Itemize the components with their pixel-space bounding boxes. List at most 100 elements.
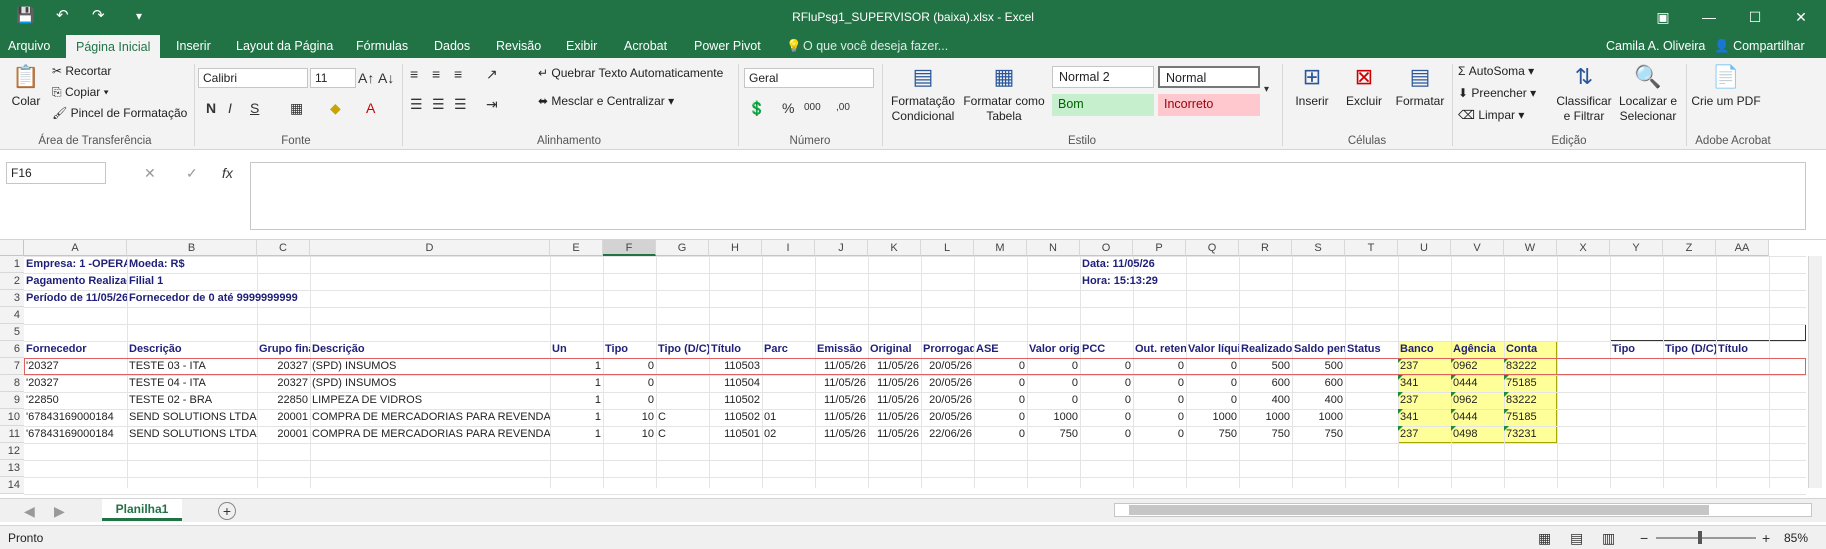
cut-button[interactable]: ✂ Recortar <box>52 64 111 78</box>
table-cell[interactable]: 110504 <box>709 375 762 392</box>
table-cell[interactable]: 11/05/26 <box>868 392 921 409</box>
row-header[interactable]: 4 <box>0 307 24 324</box>
font-name-combo[interactable]: Calibri <box>198 68 308 88</box>
table-cell[interactable]: 1 <box>550 375 603 392</box>
tab-exibir[interactable]: Exibir <box>566 34 597 58</box>
row-header[interactable]: 12 <box>0 443 24 460</box>
tab-arquivo[interactable]: Arquivo <box>8 34 50 58</box>
currency-icon[interactable]: 💲 <box>748 100 765 116</box>
table-cell[interactable]: C <box>656 426 709 443</box>
table-cell[interactable]: 20001 <box>257 426 310 443</box>
styles-more-icon[interactable]: ▾ <box>1264 82 1269 98</box>
scroll-right-icon[interactable]: ▶ <box>54 503 65 519</box>
copy-button[interactable]: ⎘ Copiar ▾ <box>52 85 109 100</box>
paste-button[interactable]: 📋 Colar <box>6 62 46 109</box>
grow-font-icon[interactable]: A↑ <box>358 70 374 86</box>
close-button[interactable]: ✕ <box>1778 0 1824 34</box>
table-cell[interactable]: 110502 <box>709 409 762 426</box>
row-header[interactable]: 9 <box>0 392 24 409</box>
table-cell[interactable]: 0962 <box>1451 392 1504 409</box>
column-header[interactable]: W <box>1504 240 1557 256</box>
table-cell[interactable]: SEND SOLUTIONS LTDA <box>127 426 257 443</box>
clear-button[interactable]: ⌫ Limpar ▾ <box>1458 108 1524 122</box>
column-header[interactable]: T <box>1345 240 1398 256</box>
table-cell[interactable]: 0 <box>1027 392 1080 409</box>
table-cell[interactable]: 110502 <box>709 392 762 409</box>
table-cell[interactable]: 0 <box>1080 375 1133 392</box>
format-table-button[interactable]: ▦ Formatar como Tabela <box>962 62 1046 124</box>
table-cell[interactable] <box>656 392 709 409</box>
column-header[interactable]: V <box>1451 240 1504 256</box>
page-layout-icon[interactable]: ▤ <box>1570 530 1583 546</box>
merge-center-button[interactable]: ⬌ Mesclar e Centralizar ▾ <box>538 94 674 108</box>
table-cell[interactable] <box>1345 426 1398 443</box>
indent-icon[interactable]: ⇥ <box>486 96 498 112</box>
table-cell[interactable]: 237 <box>1398 392 1451 409</box>
table-cell[interactable]: 10 <box>603 409 656 426</box>
fill-color-icon[interactable]: ◆ <box>330 100 341 116</box>
table-cell[interactable]: 0 <box>1133 375 1186 392</box>
table-cell[interactable]: 750 <box>1186 426 1239 443</box>
page-break-icon[interactable]: ▥ <box>1602 530 1615 546</box>
row-header[interactable]: 13 <box>0 460 24 477</box>
decimal-icon[interactable]: ,00 <box>836 100 850 116</box>
name-box[interactable]: F16 <box>6 162 106 184</box>
table-cell[interactable]: COMPRA DE MERCADORIAS PARA REVENDA <box>310 426 550 443</box>
column-header[interactable]: AA <box>1716 240 1769 256</box>
column-header[interactable]: K <box>868 240 921 256</box>
table-cell[interactable]: 22850 <box>257 392 310 409</box>
fx-icon[interactable]: fx <box>222 165 233 181</box>
sheet-tab-planilha1[interactable]: Planilha1 <box>102 499 182 521</box>
table-cell[interactable]: 341 <box>1398 375 1451 392</box>
zoom-out-icon[interactable]: − <box>1640 530 1648 546</box>
table-cell[interactable]: 73231 <box>1504 426 1557 443</box>
table-cell[interactable]: 0 <box>1027 375 1080 392</box>
column-header[interactable]: M <box>974 240 1027 256</box>
column-header[interactable]: C <box>257 240 310 256</box>
enter-icon[interactable]: ✓ <box>186 165 198 181</box>
table-cell[interactable]: (SPD) INSUMOS <box>310 375 550 392</box>
format-painter-button[interactable]: 🖌 Pincel de Formatação <box>52 106 187 120</box>
underline-button[interactable]: S <box>250 100 259 116</box>
comma-style-icon[interactable]: 000 <box>804 100 821 116</box>
table-cell[interactable]: 0 <box>974 392 1027 409</box>
worksheet-grid[interactable]: A B C D E F G H I J K L M N O P Q R S T U V W X Y Z AA 1 2 3 4 5 6 7 8 9 10 1… <box>0 240 1826 495</box>
column-header[interactable]: X <box>1557 240 1610 256</box>
fill-button[interactable]: ⬇ Preencher ▾ <box>1458 86 1536 100</box>
table-cell[interactable]: 01 <box>762 409 815 426</box>
align-top-icon[interactable]: ≡ <box>410 66 418 82</box>
style-normal[interactable]: Normal <box>1158 66 1260 88</box>
table-cell[interactable]: 1000 <box>1027 409 1080 426</box>
align-bottom-icon[interactable]: ≡ <box>454 66 462 82</box>
sort-filter-button[interactable]: ⇅ Classificar e Filtrar <box>1556 62 1612 124</box>
zoom-thumb[interactable] <box>1698 531 1702 544</box>
tab-acrobat[interactable]: Acrobat <box>624 34 667 58</box>
table-cell[interactable]: 20/05/26 <box>921 392 974 409</box>
table-cell[interactable]: 1000 <box>1239 409 1292 426</box>
horizontal-scrollbar[interactable] <box>1114 503 1812 517</box>
tab-inserir[interactable]: Inserir <box>176 34 211 58</box>
table-cell[interactable]: 0 <box>1080 409 1133 426</box>
column-header[interactable]: Y <box>1610 240 1663 256</box>
table-cell[interactable]: 0 <box>974 375 1027 392</box>
row-header[interactable]: 10 <box>0 409 24 426</box>
table-cell[interactable]: 1 <box>550 409 603 426</box>
table-cell[interactable]: 20001 <box>257 409 310 426</box>
table-cell[interactable]: '67843169000184 <box>24 426 127 443</box>
normal-view-icon[interactable]: ▦ <box>1538 530 1551 546</box>
column-header[interactable]: Z <box>1663 240 1716 256</box>
table-cell[interactable]: 75185 <box>1504 375 1557 392</box>
table-cell[interactable]: SEND SOLUTIONS LTDA <box>127 409 257 426</box>
align-middle-icon[interactable]: ≡ <box>432 66 440 82</box>
table-cell[interactable] <box>762 375 815 392</box>
column-header[interactable]: R <box>1239 240 1292 256</box>
italic-button[interactable]: I <box>228 100 232 116</box>
table-cell[interactable]: 750 <box>1292 426 1345 443</box>
table-cell[interactable]: COMPRA DE MERCADORIAS PARA REVENDA <box>310 409 550 426</box>
table-cell[interactable]: 0498 <box>1451 426 1504 443</box>
column-header[interactable]: F <box>603 240 656 256</box>
table-cell[interactable] <box>1345 409 1398 426</box>
table-cell[interactable]: 0 <box>1133 426 1186 443</box>
cancel-icon[interactable]: ✕ <box>144 165 156 181</box>
autosum-button[interactable]: Σ AutoSoma ▾ <box>1458 64 1534 78</box>
